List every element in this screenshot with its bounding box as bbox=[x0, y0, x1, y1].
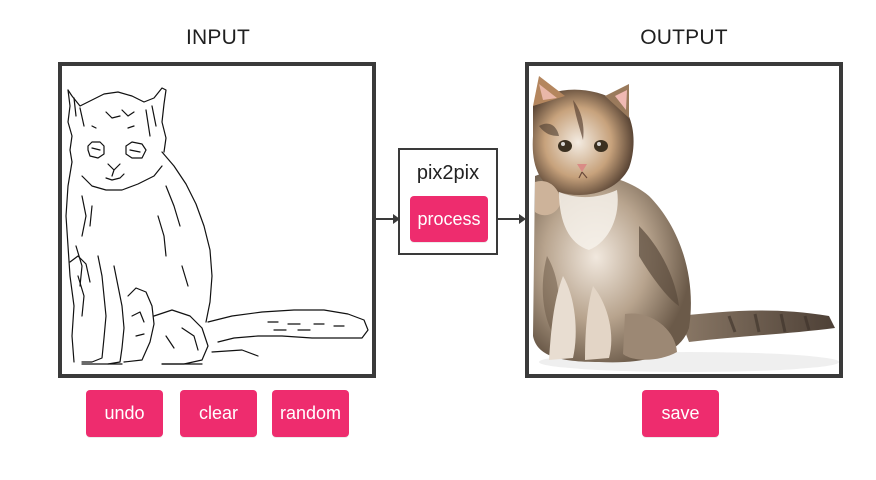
random-button[interactable]: random bbox=[272, 390, 349, 437]
undo-button[interactable]: undo bbox=[86, 390, 163, 437]
input-title: INPUT bbox=[186, 26, 250, 49]
save-button[interactable]: save bbox=[642, 390, 719, 437]
model-box: pix2pix process bbox=[398, 148, 498, 255]
generated-cat-image bbox=[532, 76, 839, 372]
output-image-canvas bbox=[525, 62, 843, 378]
cat-sketch-drawing bbox=[65, 87, 369, 365]
input-drawing-canvas[interactable] bbox=[58, 62, 376, 378]
arrow-to-output bbox=[498, 212, 526, 226]
model-name: pix2pix bbox=[416, 162, 480, 184]
process-button[interactable]: process bbox=[410, 196, 488, 242]
arrow-to-model bbox=[376, 212, 400, 226]
clear-button[interactable]: clear bbox=[180, 390, 257, 437]
output-title: OUTPUT bbox=[640, 26, 728, 49]
